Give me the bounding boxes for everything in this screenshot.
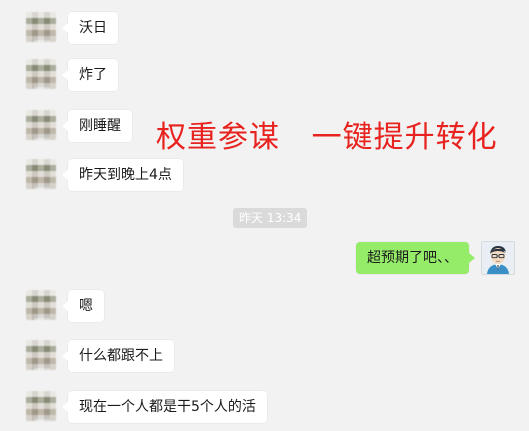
message-bubble-incoming[interactable]: 什么都跟不上 [62, 340, 174, 372]
chat-message-list[interactable]: 沃日 炸了 刚睡醒 昨天到晚上4点 昨天 13:34 超预期了吧、、 嗯 什么都… [0, 0, 529, 431]
self-avatar[interactable] [481, 241, 515, 275]
contact-avatar[interactable] [26, 290, 56, 320]
contact-avatar[interactable] [26, 159, 56, 189]
overlay-promo-text: 权重参谋 一键提升转化 [156, 120, 498, 155]
message-bubble-incoming[interactable]: 刚睡醒 [62, 110, 132, 142]
contact-avatar[interactable] [26, 340, 56, 370]
message-bubble-incoming[interactable]: 沃日 [62, 12, 118, 44]
contact-avatar[interactable] [26, 12, 56, 42]
contact-avatar[interactable] [26, 59, 56, 89]
message-bubble-incoming[interactable]: 昨天到晚上4点 [62, 159, 183, 191]
cartoon-man-avatar-icon [482, 242, 514, 274]
contact-avatar[interactable] [26, 391, 56, 421]
message-bubble-outgoing[interactable]: 超预期了吧、、 [356, 242, 475, 274]
message-bubble-incoming[interactable]: 嗯 [62, 290, 104, 322]
message-timestamp: 昨天 13:34 [233, 208, 308, 228]
contact-avatar[interactable] [26, 110, 56, 140]
message-bubble-incoming[interactable]: 现在一个人都是干5个人的活 [62, 391, 267, 423]
message-bubble-incoming[interactable]: 炸了 [62, 59, 118, 91]
